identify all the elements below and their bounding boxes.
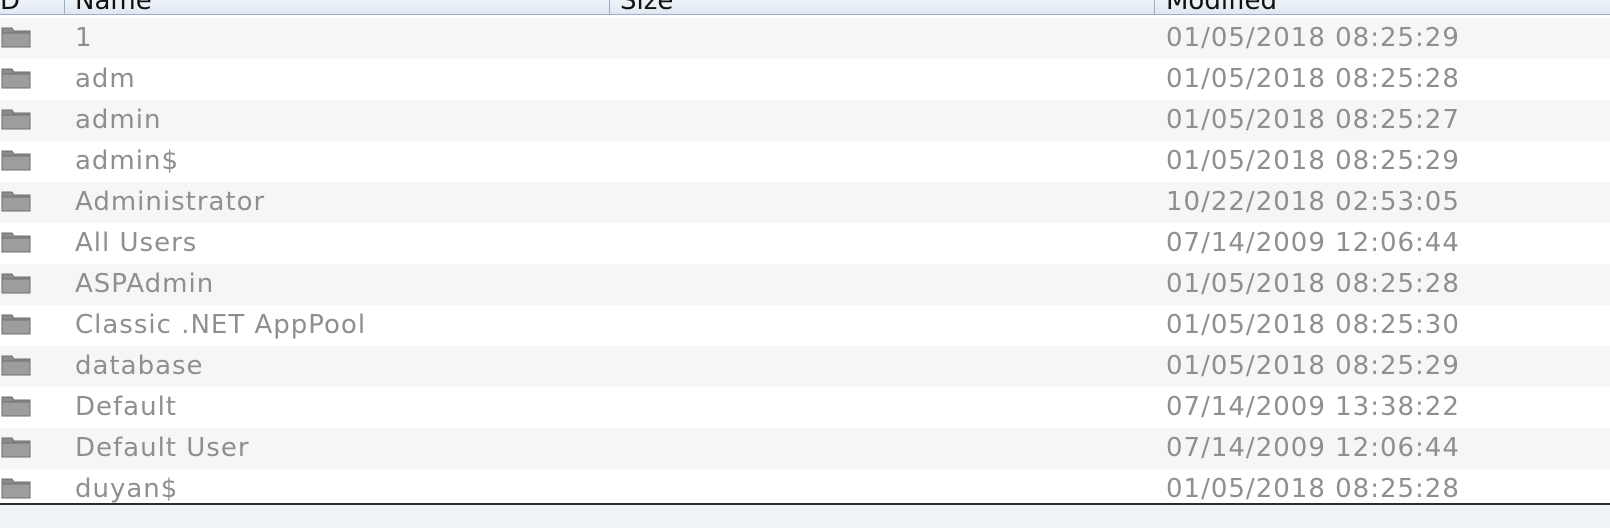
folder-icon	[1, 396, 31, 417]
table-footer	[0, 505, 1610, 528]
column-divider[interactable]	[64, 0, 65, 14]
column-header-modified[interactable]: Modified	[1166, 0, 1277, 14]
table-header: D Name Size Modified	[0, 0, 1610, 15]
file-modified-date: 01/05/2018 08:25:27	[1166, 105, 1460, 135]
file-modified-date: 07/14/2009 13:38:22	[1166, 392, 1460, 422]
file-name: Default User	[75, 433, 250, 463]
file-modified-date: 01/05/2018 08:25:28	[1166, 269, 1460, 299]
file-modified-date: 07/14/2009 12:06:44	[1166, 433, 1460, 463]
column-header-d[interactable]: D	[0, 0, 20, 14]
table-row[interactable]: admin$ 01/05/2018 08:25:29	[0, 141, 1610, 182]
file-name: database	[75, 351, 204, 381]
file-name: All Users	[75, 228, 198, 258]
folder-icon	[1, 437, 31, 458]
folder-icon	[1, 355, 31, 376]
file-name: Classic .NET AppPool	[75, 310, 367, 340]
column-header-name[interactable]: Name	[75, 0, 152, 14]
folder-icon	[1, 27, 31, 48]
file-modified-date: 10/22/2018 02:53:05	[1166, 187, 1460, 217]
table-row[interactable]: Default 07/14/2009 13:38:22	[0, 387, 1610, 428]
table-row[interactable]: Administrator 10/22/2018 02:53:05	[0, 182, 1610, 223]
table-row[interactable]: Default User 07/14/2009 12:06:44	[0, 428, 1610, 469]
folder-icon	[1, 314, 31, 335]
table-row[interactable]: admin 01/05/2018 08:25:27	[0, 100, 1610, 141]
folder-icon	[1, 478, 31, 499]
file-name: ASPAdmin	[75, 269, 215, 299]
file-modified-date: 01/05/2018 08:25:29	[1166, 23, 1460, 53]
file-name: Administrator	[75, 187, 266, 217]
column-divider[interactable]	[609, 0, 610, 14]
table-row[interactable]: All Users 07/14/2009 12:06:44	[0, 223, 1610, 264]
folder-icon	[1, 150, 31, 171]
folder-icon	[1, 68, 31, 89]
file-rows: 1 01/05/2018 08:25:29 adm 01/05/2018 08:25:…	[0, 18, 1610, 510]
column-header-size[interactable]: Size	[620, 0, 673, 14]
table-row[interactable]: 1 01/05/2018 08:25:29	[0, 18, 1610, 59]
file-modified-date: 01/05/2018 08:25:29	[1166, 146, 1460, 176]
folder-icon	[1, 191, 31, 212]
folder-icon	[1, 273, 31, 294]
file-modified-date: 01/05/2018 08:25:29	[1166, 351, 1460, 381]
file-name: admin$	[75, 146, 180, 176]
file-modified-date: 01/05/2018 08:25:28	[1166, 64, 1460, 94]
folder-icon	[1, 232, 31, 253]
folder-icon	[1, 109, 31, 130]
file-name: 1	[75, 23, 93, 53]
table-row[interactable]: ASPAdmin 01/05/2018 08:25:28	[0, 264, 1610, 305]
file-name: Default	[75, 392, 177, 422]
table-row[interactable]: database 01/05/2018 08:25:29	[0, 346, 1610, 387]
table-row[interactable]: Classic .NET AppPool 01/05/2018 08:25:30	[0, 305, 1610, 346]
file-name: adm	[75, 64, 136, 94]
file-modified-date: 01/05/2018 08:25:30	[1166, 310, 1460, 340]
column-divider[interactable]	[1154, 0, 1155, 14]
file-name: admin	[75, 105, 162, 135]
file-modified-date: 07/14/2009 12:06:44	[1166, 228, 1460, 258]
file-list-table: D Name Size Modified 1 01/05/2018 08:25:2…	[0, 0, 1610, 528]
table-row[interactable]: adm 01/05/2018 08:25:28	[0, 59, 1610, 100]
